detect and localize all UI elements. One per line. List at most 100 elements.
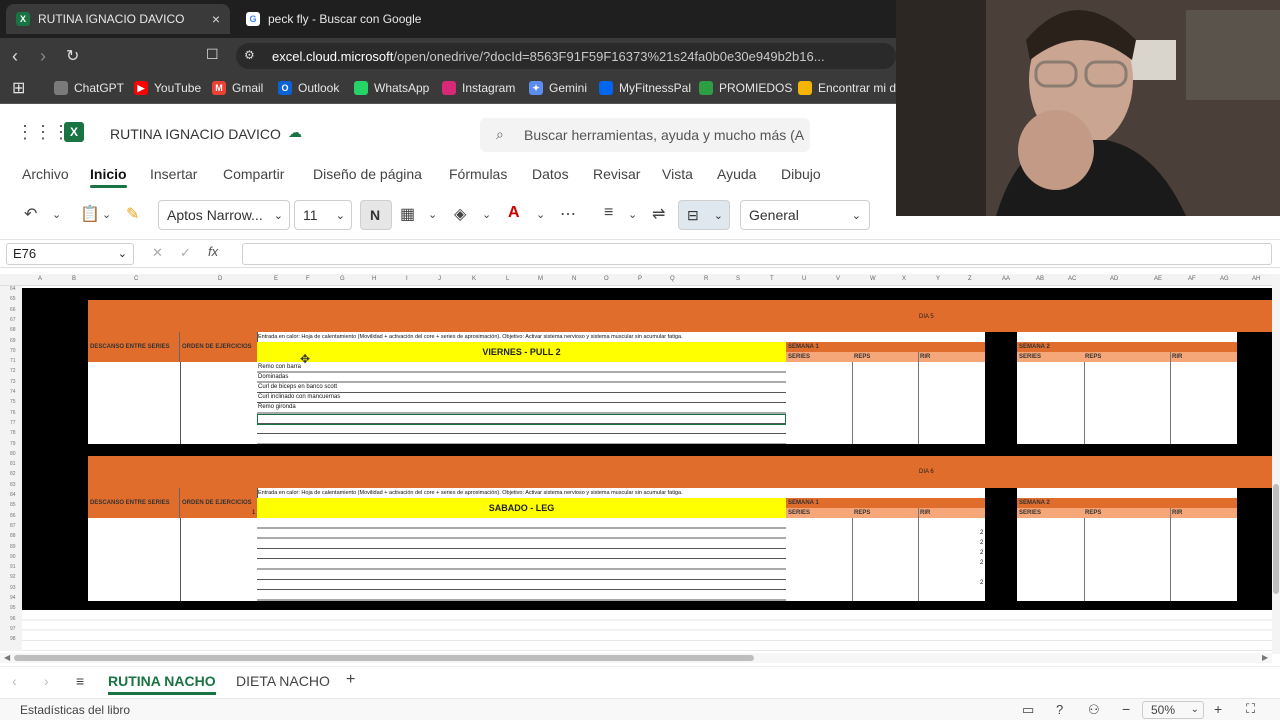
column-header[interactable]: K	[472, 276, 476, 282]
undo-icon[interactable]: ↶	[24, 204, 37, 224]
column-header[interactable]: B	[72, 276, 76, 282]
align-dropdown-icon[interactable]: ⌄	[628, 208, 637, 221]
close-tab-icon[interactable]: ×	[212, 11, 220, 27]
enter-icon[interactable]: ✓	[180, 245, 191, 261]
horizontal-scroll-thumb[interactable]	[14, 655, 754, 661]
zoom-out-button[interactable]: −	[1122, 701, 1130, 717]
tab-datos[interactable]: Datos	[532, 166, 569, 182]
row-header[interactable]: 69	[10, 338, 16, 344]
column-header[interactable]: AC	[1068, 276, 1076, 282]
row-header[interactable]: 88	[10, 533, 16, 539]
cancel-icon[interactable]: ✕	[152, 245, 163, 261]
workbook-statistics[interactable]: Estadísticas del libro	[20, 703, 130, 717]
display-settings-icon[interactable]: ▭	[1022, 702, 1034, 718]
horizontal-scrollbar[interactable]: ◀ ▶	[0, 653, 1272, 663]
spreadsheet-grid[interactable]: 64 65 66 67 68 69 70 71 72 73 74 75 76 77 78 79 80 81 82 83…	[0, 286, 1272, 651]
fill-color-icon[interactable]: ◈	[454, 204, 466, 224]
column-header[interactable]: W	[870, 276, 876, 282]
column-header[interactable]: H	[372, 276, 376, 282]
row-header[interactable]: 77	[10, 420, 16, 426]
scroll-right-icon[interactable]: ▶	[1262, 653, 1268, 662]
bookmark-outlook[interactable]: O Outlook	[278, 81, 339, 95]
paste-dropdown-icon[interactable]: ⌄	[102, 208, 111, 221]
font-size-select[interactable]: 11 ⌄	[294, 200, 352, 230]
borders-dropdown-icon[interactable]: ⌄	[428, 208, 437, 221]
row-header[interactable]: 92	[10, 574, 16, 580]
row-header[interactable]: 95	[10, 605, 16, 611]
row-header[interactable]: 68	[10, 327, 16, 333]
tab-diseno[interactable]: Diseño de página	[313, 166, 422, 182]
bookmark-gemini[interactable]: ✦ Gemini	[529, 81, 587, 95]
column-header[interactable]: O	[604, 276, 609, 282]
row-header[interactable]: 76	[10, 410, 16, 416]
bookmark-icon[interactable]: ☐	[206, 46, 219, 63]
column-header[interactable]: L	[506, 276, 509, 282]
row-header[interactable]: 74	[10, 389, 16, 395]
row-header[interactable]: 87	[10, 523, 16, 529]
zoom-select[interactable]: 50% ⌄	[1142, 701, 1204, 719]
bookmark-instagram[interactable]: Instagram	[442, 81, 515, 95]
font-color-icon[interactable]: A	[508, 204, 520, 222]
bookmark-youtube[interactable]: ▶ YouTube	[134, 81, 201, 95]
bookmark-gmail[interactable]: M Gmail	[212, 81, 263, 95]
row-header[interactable]: 72	[10, 368, 16, 374]
tab-insertar[interactable]: Insertar	[150, 166, 197, 182]
column-header[interactable]: P	[638, 276, 642, 282]
row-header[interactable]: 75	[10, 399, 16, 405]
column-header[interactable]: T	[770, 276, 774, 282]
font-name-select[interactable]: Aptos Narrow... ⌄	[158, 200, 290, 230]
tab-vista[interactable]: Vista	[662, 166, 693, 182]
wrap-text-icon[interactable]: ⇌	[652, 204, 665, 224]
bookmark-whatsapp[interactable]: WhatsApp	[354, 81, 429, 95]
back-icon[interactable]: ‹	[12, 46, 18, 67]
vertical-scroll-thumb[interactable]	[1273, 484, 1279, 594]
font-color-dropdown-icon[interactable]: ⌄	[536, 208, 545, 221]
column-header[interactable]: AG	[1220, 276, 1229, 282]
apps-grid-icon[interactable]: ⊞	[12, 78, 25, 98]
row-header[interactable]: 81	[10, 461, 16, 467]
browser-tab-excel[interactable]: X RUTINA IGNACIO DAVICO ×	[6, 4, 230, 34]
all-sheets-icon[interactable]: ≡	[76, 673, 84, 689]
format-painter-icon[interactable]: ✎	[126, 204, 139, 224]
scroll-left-icon[interactable]: ◀	[4, 653, 10, 662]
row-header[interactable]: 78	[10, 430, 16, 436]
feedback-icon[interactable]: ⚇	[1088, 702, 1100, 718]
column-header[interactable]: X	[902, 276, 906, 282]
add-sheet-button[interactable]: +	[346, 671, 355, 689]
column-header[interactable]: Y	[936, 276, 940, 282]
row-header[interactable]: 89	[10, 544, 16, 550]
column-header[interactable]: Z	[968, 276, 972, 282]
bookmark-chatgpt[interactable]: ChatGPT	[54, 81, 124, 95]
number-format-select[interactable]: General ⌄	[740, 200, 870, 230]
prev-sheet-icon[interactable]: ‹	[12, 673, 17, 689]
bookmark-myfitnesspal[interactable]: MyFitnessPal	[599, 81, 691, 95]
tab-compartir[interactable]: Compartir	[223, 166, 284, 182]
paste-icon[interactable]: 📋	[80, 204, 100, 224]
next-sheet-icon[interactable]: ›	[44, 673, 49, 689]
fullscreen-icon[interactable]: ⛶	[1246, 701, 1255, 717]
row-header[interactable]: 84	[10, 492, 16, 498]
row-header[interactable]: 90	[10, 554, 16, 560]
column-header[interactable]: V	[836, 276, 840, 282]
row-header[interactable]: 93	[10, 585, 16, 591]
name-box[interactable]: E76 ⌄	[6, 243, 134, 265]
reload-icon[interactable]: ↻	[66, 46, 79, 66]
row-header[interactable]: 97	[10, 626, 16, 632]
row-header[interactable]: 82	[10, 471, 16, 477]
row-header[interactable]: 91	[10, 564, 16, 570]
site-settings-icon[interactable]: ⚙	[244, 48, 255, 62]
row-header[interactable]: 73	[10, 379, 16, 385]
bookmark-find-device[interactable]: Encontrar mi dis	[798, 81, 905, 95]
formula-input[interactable]	[242, 243, 1272, 265]
tab-dibujo[interactable]: Dibujo	[781, 166, 821, 182]
column-header[interactable]: J	[438, 276, 441, 282]
row-header[interactable]: 70	[10, 348, 16, 354]
row-header[interactable]: 66	[10, 307, 16, 313]
row-header[interactable]: 85	[10, 502, 16, 508]
row-header[interactable]: 83	[10, 482, 16, 488]
undo-dropdown-icon[interactable]: ⌄	[52, 208, 61, 221]
column-header[interactable]: AE	[1154, 276, 1162, 282]
align-icon[interactable]: ≡	[604, 204, 613, 222]
row-header[interactable]: 67	[10, 317, 16, 323]
merge-button[interactable]: ⊟ ⌄	[678, 200, 730, 230]
